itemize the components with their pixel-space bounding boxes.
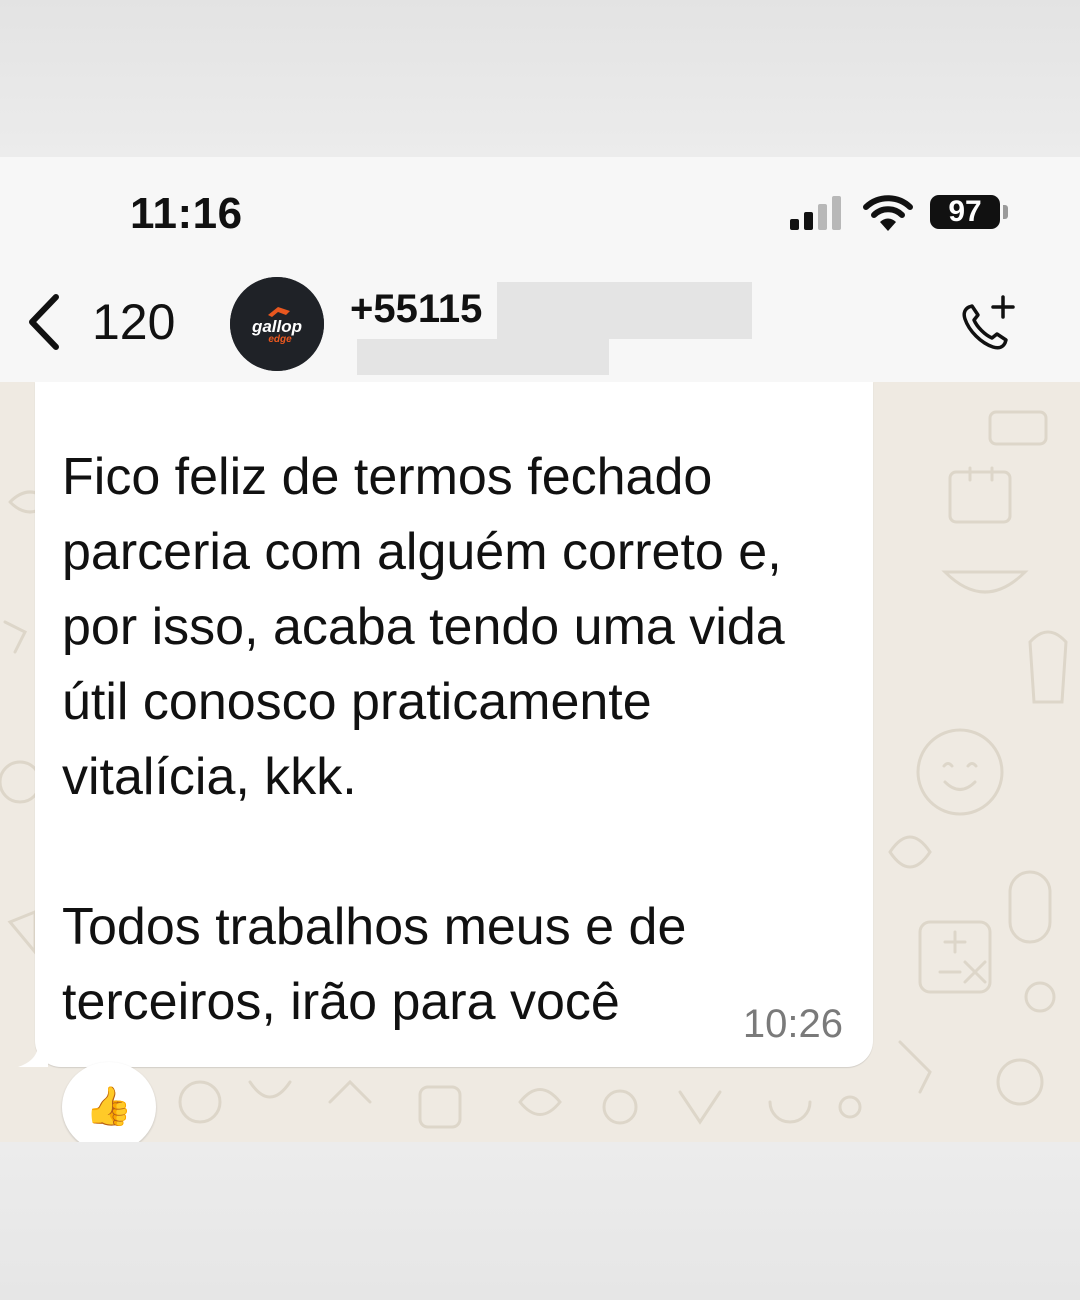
cellular-signal-icon xyxy=(790,196,841,230)
add-call-icon[interactable] xyxy=(955,293,1019,357)
chevron-left-icon xyxy=(29,294,59,350)
contact-avatar[interactable]: gallop edge xyxy=(230,277,324,371)
redaction-block xyxy=(357,339,609,375)
battery-icon: 97 xyxy=(930,193,1008,233)
status-time: 11:16 xyxy=(130,189,243,238)
phone-screen: 11:16 97 120 gallop edge +55115 Fico fel… xyxy=(0,157,1080,1142)
logo-line-2: edge xyxy=(268,334,292,345)
message-timestamp: 10:26 xyxy=(742,1002,843,1046)
top-blur-region xyxy=(0,0,1080,157)
redaction-block xyxy=(497,282,752,339)
status-bar: 11:16 97 xyxy=(0,157,1080,267)
thumbs-up-reaction[interactable]: 👍 xyxy=(62,1062,156,1142)
chat-header: 120 gallop edge +55115 xyxy=(0,267,1080,383)
unread-count: 120 xyxy=(92,294,176,350)
message-text: Fico feliz de termos fechado parceria co… xyxy=(62,448,785,1031)
bubble-tail xyxy=(18,1047,48,1067)
back-button[interactable]: 120 xyxy=(22,287,192,357)
contact-name[interactable]: +55115 xyxy=(350,287,482,332)
chat-area[interactable]: Fico feliz de termos fechado parceria co… xyxy=(0,382,1080,1142)
gallop-edge-logo: gallop edge xyxy=(230,277,324,371)
message-bubble[interactable]: Fico feliz de termos fechado parceria co… xyxy=(35,382,873,1067)
battery-level: 97 xyxy=(930,195,1000,229)
bottom-blur-region xyxy=(0,1142,1080,1300)
battery-tip xyxy=(1003,205,1008,219)
wifi-icon xyxy=(863,195,913,231)
